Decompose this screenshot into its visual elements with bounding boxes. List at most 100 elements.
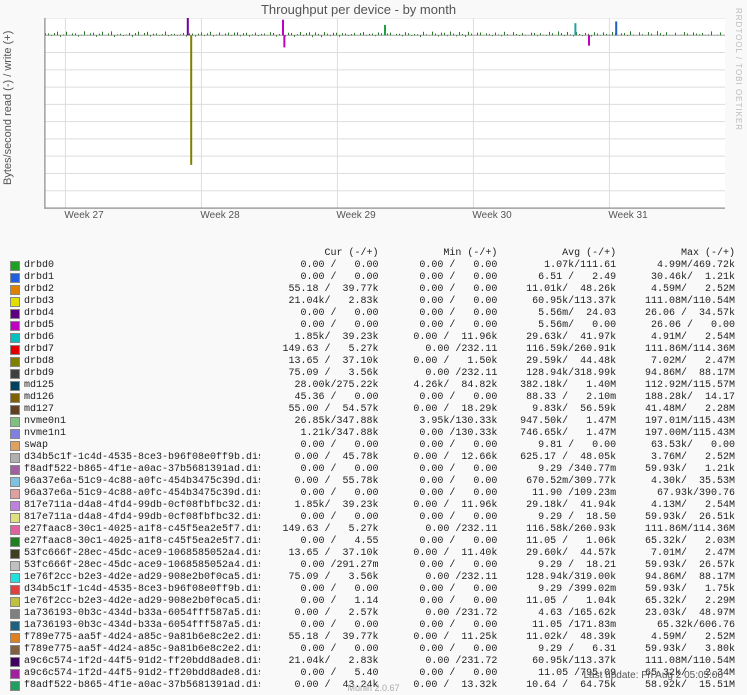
- legend-value: 188.28k/ 14.17: [616, 392, 735, 404]
- legend-swatch: [10, 585, 20, 595]
- legend-label: 96a37e6a-51c9-4c88-a0fc-454b3475c39d.dis…: [24, 476, 260, 488]
- legend-row: f789e775-aa5f-4d24-a85c-9a81b6e8c2e2.dis…: [10, 632, 735, 644]
- legend-value: 0.00 / 11.96k: [379, 500, 498, 512]
- chart-title: Throughput per device - by month: [0, 2, 717, 17]
- legend-value: 0.00 / 0.00: [260, 584, 379, 596]
- legend-value: 625.17 / 48.05k: [497, 452, 616, 464]
- legend-value: 0.00 / 0.00: [379, 308, 498, 320]
- legend-label: drbd1: [24, 272, 260, 284]
- legend-label: 53fc666f-28ec-45dc-ace9-1068585052a4.dis…: [24, 548, 260, 560]
- legend-value: 0.00 / 0.00: [260, 488, 379, 500]
- y-axis-label: Bytes/second read (-) / write (+): [2, 20, 14, 195]
- legend-value: 65.32k/ 2.03M: [616, 536, 735, 548]
- legend-label: 1a736193-0b3c-434d-b33a-6054fff587a5.dis…: [24, 620, 260, 632]
- legend-value: 149.63 / 5.27k: [260, 344, 379, 356]
- legend-value: 55.18 / 39.77k: [260, 632, 379, 644]
- legend-row: drbd40.00 / 0.000.00 / 0.005.56m/ 24.032…: [10, 308, 735, 320]
- legend-value: 13.65 / 37.10k: [260, 356, 379, 368]
- legend-swatch: [10, 369, 20, 379]
- legend-value: 9.29 / 6.31: [497, 644, 616, 656]
- legend-value: 9.81 / 0.00: [497, 440, 616, 452]
- legend-label: 96a37e6a-51c9-4c88-a0fc-454b3475c39d.dis…: [24, 488, 260, 500]
- last-update: Last update: Fri Aug 2 05:05:00: [583, 670, 723, 681]
- legend-value: 0.00 /232.11: [379, 344, 498, 356]
- legend-value: 116.58k/260.93k: [497, 524, 616, 536]
- legend-swatch: [10, 285, 20, 295]
- legend-row: drbd10.00 / 0.000.00 / 0.006.51 / 2.4930…: [10, 272, 735, 284]
- legend-value: 59.93k/ 26.57k: [616, 560, 735, 572]
- legend-label: swap: [24, 440, 260, 452]
- legend-label: md127: [24, 404, 260, 416]
- legend-row: 96a37e6a-51c9-4c88-a0fc-454b3475c39d.dis…: [10, 488, 735, 500]
- legend-header: Cur (-/+) Min (-/+) Avg (-/+) Max (-/+): [10, 248, 735, 260]
- legend-value: 0.00 / 0.00: [379, 464, 498, 476]
- legend-row: 96a37e6a-51c9-4c88-a0fc-454b3475c39d.dis…: [10, 476, 735, 488]
- legend-row: e27faac8-30c1-4025-a1f8-c45f5ea2e5f7.dis…: [10, 524, 735, 536]
- legend-row: 53fc666f-28ec-45dc-ace9-1068585052a4.dis…: [10, 548, 735, 560]
- legend-label: f789e775-aa5f-4d24-a85c-9a81b6e8c2e2.dis…: [24, 632, 260, 644]
- legend-value: 7.01M/ 2.47M: [616, 548, 735, 560]
- legend-row: drbd321.04k/ 2.83k0.00 / 0.0060.95k/113.…: [10, 296, 735, 308]
- legend-value: 128.94k/319.00k: [497, 572, 616, 584]
- legend-value: 11.05 / 1.04k: [497, 596, 616, 608]
- legend-value: 55.18 / 39.77k: [260, 284, 379, 296]
- legend-value: 4.26k/ 84.82k: [379, 380, 498, 392]
- legend-label: d34b5c1f-1c4d-4535-8ce3-b96f08e0ff9b.dis…: [24, 452, 260, 464]
- legend-value: 0.00 / 0.00: [260, 308, 379, 320]
- legend-value: 0.00 / 0.00: [260, 260, 379, 272]
- legend-row: 1a736193-0b3c-434d-b33a-6054fff587a5.dis…: [10, 608, 735, 620]
- legend-row: md12528.00k/275.22k4.26k/ 84.82k382.18k/…: [10, 380, 735, 392]
- legend-row: 1e76f2cc-b2e3-4d2e-ad29-908e2b0f0ca5.dis…: [10, 596, 735, 608]
- legend-value: 59.93k/ 1.75k: [616, 584, 735, 596]
- legend-value: 0.00 / 0.00: [260, 644, 379, 656]
- legend-value: 60.95k/113.37k: [497, 296, 616, 308]
- legend-swatch: [10, 501, 20, 511]
- legend-value: 112.92M/115.57M: [616, 380, 735, 392]
- legend-value: 94.86M/ 88.17M: [616, 572, 735, 584]
- legend-value: 29.18k/ 41.94k: [497, 500, 616, 512]
- monitoring-chart-panel: Throughput per device - by month RRDTOOL…: [0, 0, 747, 695]
- legend-swatch: [10, 513, 20, 523]
- legend-value: 0.00 / 0.00: [379, 440, 498, 452]
- legend-swatch: [10, 597, 20, 607]
- legend-value: 4.13M/ 2.54M: [616, 500, 735, 512]
- legend-row: f789e775-aa5f-4d24-a85c-9a81b6e8c2e2.dis…: [10, 644, 735, 656]
- legend-row: swap0.00 / 0.000.00 / 0.009.81 / 0.0063.…: [10, 440, 735, 452]
- legend-swatch: [10, 333, 20, 343]
- legend-row: 1e76f2cc-b2e3-4d2e-ad29-908e2b0f0ca5.dis…: [10, 572, 735, 584]
- legend-swatch: [10, 465, 20, 475]
- legend-value: 0.00 /232.11: [379, 572, 498, 584]
- legend-label: drbd9: [24, 368, 260, 380]
- legend-value: 111.86M/114.36M: [616, 524, 735, 536]
- legend-swatch: [10, 489, 20, 499]
- legend-swatch: [10, 273, 20, 283]
- legend-value: 4.63 /165.62k: [497, 608, 616, 620]
- legend-label: 1e76f2cc-b2e3-4d2e-ad29-908e2b0f0ca5.dis…: [24, 596, 260, 608]
- legend-value: 11.05 / 1.06k: [497, 536, 616, 548]
- legend-value: 65.32k/ 2.29M: [616, 596, 735, 608]
- legend-swatch: [10, 357, 20, 367]
- throughput-chart: 20 M0-20 M-40 M-60 M-80 M-100 M-120 M-14…: [44, 18, 725, 209]
- legend-value: 0.00 / 0.00: [379, 560, 498, 572]
- legend-row: 817e711a-d4a8-4fd4-99db-0cf08fbfbc32.dis…: [10, 500, 735, 512]
- legend-value: 5.56m/ 0.00: [497, 320, 616, 332]
- legend-label: a9c6c574-1f2d-44f5-91d2-ff20bdd8ade8.dis…: [24, 656, 260, 668]
- legend-value: 1.85k/ 39.23k: [260, 500, 379, 512]
- legend-value: 947.50k/ 1.47M: [497, 416, 616, 428]
- legend-row: d34b5c1f-1c4d-4535-8ce3-b96f08e0ff9b.dis…: [10, 584, 735, 596]
- legend-value: 59.93k/ 1.21k: [616, 464, 735, 476]
- legend-value: 0.00 / 0.00: [379, 272, 498, 284]
- legend-value: 0.00 / 1.14: [260, 596, 379, 608]
- legend-swatch: [10, 393, 20, 403]
- legend-label: md126: [24, 392, 260, 404]
- legend-value: 0.00 / 11.25k: [379, 632, 498, 644]
- legend-swatch: [10, 633, 20, 643]
- legend-value: 0.00 /231.72: [379, 656, 498, 668]
- legend-value: 9.29 / 18.21: [497, 560, 616, 572]
- legend-value: 111.08M/110.54M: [616, 296, 735, 308]
- legend-value: 0.00 / 0.00: [260, 272, 379, 284]
- legend-row: drbd00.00 / 0.000.00 / 0.001.07k/111.614…: [10, 260, 735, 272]
- legend-value: 0.00 / 0.00: [379, 536, 498, 548]
- legend-label: nvme0n1: [24, 416, 260, 428]
- legend-label: nvme1n1: [24, 428, 260, 440]
